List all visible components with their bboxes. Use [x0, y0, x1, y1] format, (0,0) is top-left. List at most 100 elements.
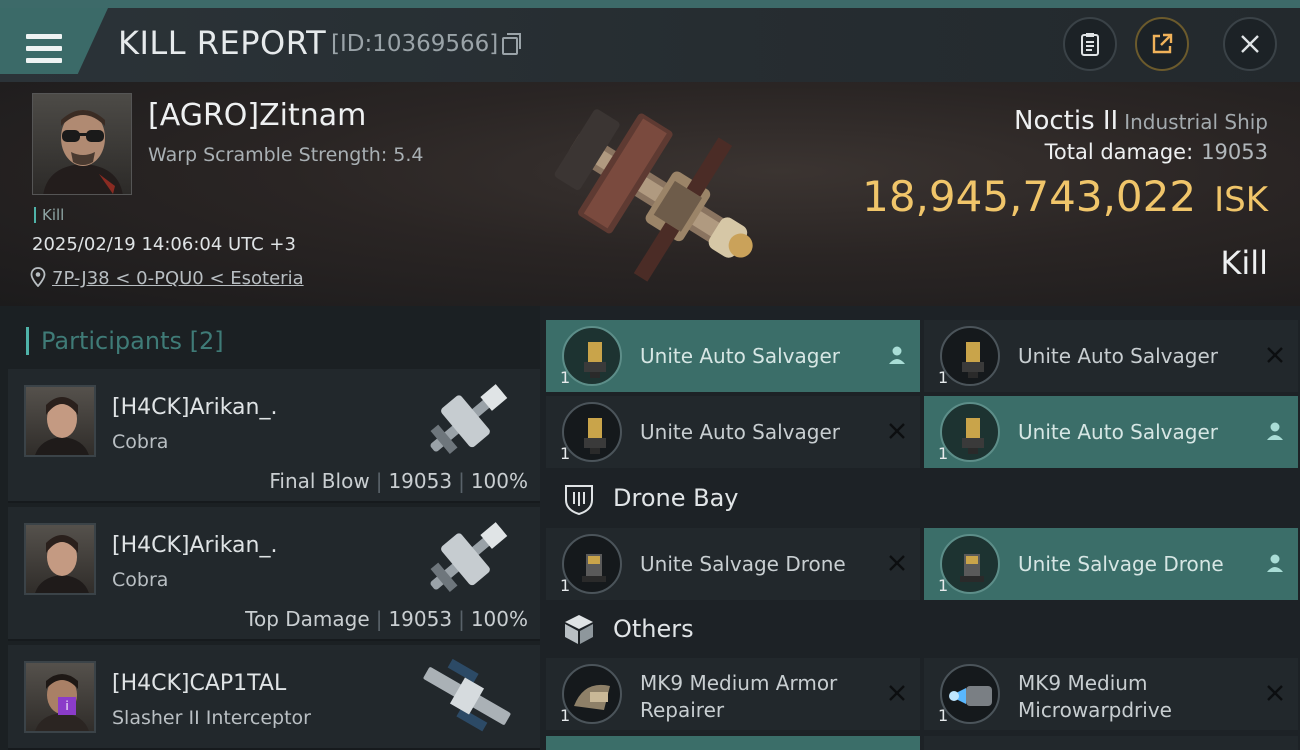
item-name: Unite Auto Salvager	[1018, 344, 1218, 368]
fitting-item[interactable]: 1 Unite Auto Salvager	[546, 320, 920, 392]
participant-row[interactable]: [H4CK]Arikan_. Cobra Top Damage | 19053 | 10…	[8, 507, 540, 641]
participant-name: [H4CK]Arikan_.	[112, 395, 278, 420]
participant-role: Final Blow	[269, 469, 370, 493]
close-icon	[1241, 35, 1259, 53]
drone-bay-icon	[565, 485, 593, 516]
item-quantity: 1	[560, 706, 571, 725]
x-icon	[1267, 347, 1283, 363]
warp-scramble-strength: Warp Scramble Strength: 5.4	[148, 144, 424, 166]
fitting-item-partial[interactable]	[546, 736, 920, 750]
participants-title: Participants [2]	[26, 327, 224, 355]
participant-name: [H4CK]Arikan_.	[112, 533, 278, 558]
clipboard-button[interactable]	[1063, 17, 1117, 71]
item-name-line2: Repairer	[640, 698, 725, 722]
participant-avatar	[24, 523, 96, 595]
x-icon	[889, 555, 905, 571]
victim-ship-image	[554, 109, 753, 282]
item-name: MK9 Medium Microwarpdrive	[1018, 670, 1172, 724]
participant-damage: 19053	[388, 607, 453, 631]
drone-bay-title: Drone Bay	[613, 484, 739, 512]
ship-name: Noctis II Industrial Ship	[1014, 106, 1268, 136]
participant-row[interactable]: i [H4CK]CAP1TAL Slasher II Interceptor	[8, 645, 540, 750]
participant-stats: Top Damage | 19053 | 100%	[245, 607, 528, 631]
participant-role: Top Damage	[245, 607, 370, 631]
total-damage-value: 19053	[1201, 140, 1268, 164]
participant-badge: i	[58, 697, 76, 715]
fitting-item[interactable]: 1 Unite Auto Salvager	[924, 396, 1298, 468]
item-name-line2: Microwarpdrive	[1018, 698, 1172, 722]
x-icon	[889, 685, 905, 701]
participant-damage: 19053	[388, 469, 453, 493]
location-link[interactable]: 7P-J38 < 0-PQU0 < Esoteria	[30, 267, 304, 289]
fitting-item[interactable]: 1 MK9 Medium Armor Repairer	[546, 658, 920, 730]
total-damage-label: Total damage:	[1044, 140, 1194, 164]
ship-name-text: Noctis II	[1014, 106, 1119, 136]
participant-ship-image	[430, 522, 508, 592]
participant-ship: Cobra	[112, 569, 169, 591]
participant-percent: 100%	[470, 469, 528, 493]
person-icon	[1267, 554, 1283, 572]
fitting-item[interactable]: 1 MK9 Medium Microwarpdrive	[924, 658, 1298, 730]
x-icon	[1267, 685, 1283, 701]
report-id: [ID:10369566]	[331, 31, 499, 57]
kill-tag: Kill	[34, 207, 64, 223]
x-icon	[889, 423, 905, 439]
item-quantity: 1	[938, 706, 949, 725]
participant-percent: 100%	[470, 607, 528, 631]
participant-name: [H4CK]CAP1TAL	[112, 671, 287, 696]
item-name: Unite Salvage Drone	[1018, 552, 1224, 576]
auto-salvager-icon	[562, 326, 622, 386]
item-name-line1: MK9 Medium	[1018, 671, 1148, 695]
item-name-line1: MK9 Medium Armor	[640, 671, 838, 695]
participant-avatar	[24, 385, 96, 457]
top-accent-strip	[0, 0, 1300, 8]
item-quantity: 1	[938, 444, 949, 463]
item-name: Unite Salvage Drone	[640, 552, 846, 576]
share-button[interactable]	[1135, 17, 1189, 71]
salvage-drone-icon	[562, 534, 622, 594]
item-name: Unite Auto Salvager	[640, 420, 840, 444]
item-quantity: 1	[560, 576, 571, 595]
total-damage: Total damage: 19053	[1045, 140, 1268, 164]
participant-row[interactable]: [H4CK]Arikan_. Cobra Final Blow | 19053 | 10…	[8, 369, 540, 503]
isk-value: 18,945,743,022 ISK	[862, 172, 1268, 221]
person-icon	[889, 346, 905, 364]
fitting-item-partial[interactable]	[924, 736, 1298, 750]
clipboard-icon	[1081, 33, 1099, 56]
item-quantity: 1	[560, 368, 571, 387]
victim-name[interactable]: [AGRO]Zitnam	[148, 98, 366, 133]
auto-salvager-icon	[940, 402, 1000, 462]
location-pin-icon	[30, 267, 46, 287]
fitting-item[interactable]: 1 Unite Salvage Drone	[546, 528, 920, 600]
item-name: MK9 Medium Armor Repairer	[640, 670, 837, 724]
others-title: Others	[613, 615, 694, 643]
auto-salvager-icon	[940, 326, 1000, 386]
close-button[interactable]	[1223, 17, 1277, 71]
item-quantity: 1	[938, 368, 949, 387]
microwarpdrive-icon	[940, 664, 1000, 724]
location-text: 7P-J38 < 0-PQU0 < Esoteria	[52, 268, 304, 289]
participant-ship: Slasher II Interceptor	[112, 707, 311, 729]
hamburger-menu-icon	[26, 34, 62, 64]
armor-repairer-icon	[562, 664, 622, 724]
isk-unit: ISK	[1214, 180, 1268, 220]
participant-ship-image	[423, 658, 511, 732]
participant-ship: Cobra	[112, 431, 169, 453]
kill-result: Kill	[1220, 244, 1268, 282]
cube-icon	[565, 615, 593, 644]
share-icon	[1152, 33, 1173, 54]
fitting-item[interactable]: 1 Unite Salvage Drone	[924, 528, 1298, 600]
fitting-item[interactable]: 1 Unite Auto Salvager	[546, 396, 920, 468]
item-quantity: 1	[560, 444, 571, 463]
item-name: Unite Auto Salvager	[1018, 420, 1218, 444]
victim-avatar[interactable]	[32, 93, 132, 195]
participant-stats: Final Blow | 19053 | 100%	[269, 469, 528, 493]
isk-amount: 18,945,743,022	[862, 172, 1197, 221]
auto-salvager-icon	[562, 402, 622, 462]
fitting-item[interactable]: 1 Unite Auto Salvager	[924, 320, 1298, 392]
copy-icon[interactable]	[502, 33, 521, 55]
participant-ship-image	[430, 384, 508, 454]
salvage-drone-icon	[940, 534, 1000, 594]
item-name: Unite Auto Salvager	[640, 344, 840, 368]
page-title: KILL REPORT	[118, 24, 327, 62]
